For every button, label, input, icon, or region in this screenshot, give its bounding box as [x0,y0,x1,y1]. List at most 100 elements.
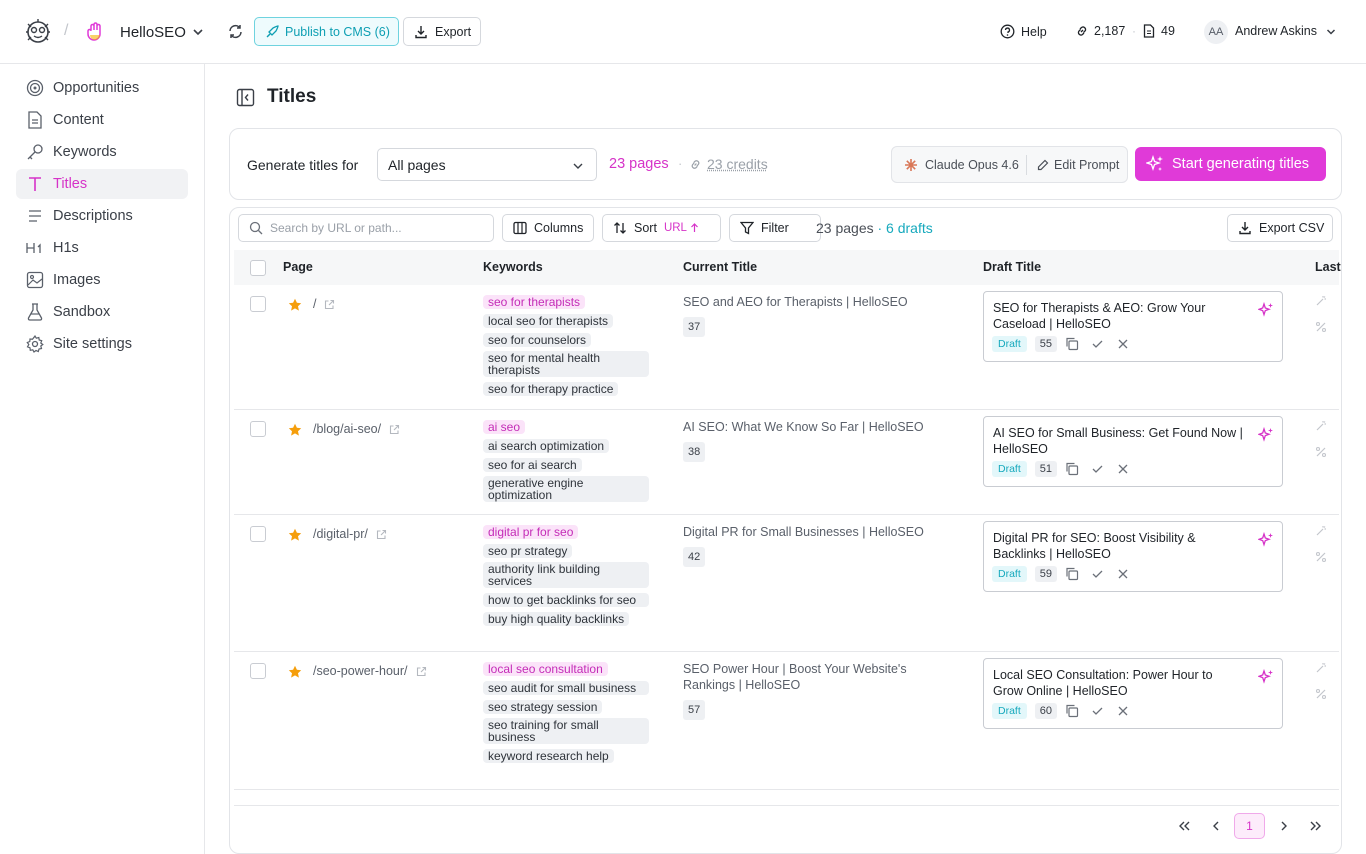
page-path[interactable]: /blog/ai-seo/ [313,422,400,436]
check-icon[interactable] [1087,568,1109,580]
draft-badge: Draft [992,461,1027,477]
helloseo-logo-icon[interactable] [22,16,54,48]
chevron-down-icon[interactable] [191,25,205,39]
sidebar-item-opportunities[interactable]: Opportunities [16,73,188,103]
close-icon[interactable] [1117,338,1129,350]
copy-icon[interactable] [1065,462,1079,476]
sidebar-item-content[interactable]: Content [16,105,188,135]
first-page-icon[interactable] [1171,813,1197,839]
collapse-sidebar-icon[interactable] [236,88,255,107]
sidebar-item-titles[interactable]: Titles [16,169,188,199]
last-page-icon[interactable] [1303,813,1329,839]
draft-title-editor[interactable]: SEO for Therapists & AEO: Grow Your Case… [983,291,1283,362]
columns-button[interactable]: Columns [502,214,594,242]
key-icon [26,143,44,161]
draft-title-text[interactable]: Local SEO Consultation: Power Hour to Gr… [993,667,1243,699]
star-icon[interactable] [288,298,302,312]
column-header-draft-title[interactable]: Draft Title [983,260,1041,274]
draft-title-text[interactable]: Digital PR for SEO: Boost Visibility & B… [993,530,1243,562]
model-select[interactable]: Claude Opus 4.6 [892,154,1027,175]
links-count[interactable]: 2,187 [1075,24,1125,38]
percent-icon[interactable] [1315,446,1327,458]
previous-page-icon[interactable] [1203,813,1229,839]
project-name[interactable]: HelloSEO [120,24,186,41]
percent-icon[interactable] [1315,688,1327,700]
sparkles-icon[interactable] [1258,532,1274,548]
row-checkbox[interactable] [250,663,266,679]
check-icon[interactable] [1087,463,1109,475]
export-csv-button[interactable]: Export CSV [1227,214,1333,242]
draft-title-text[interactable]: AI SEO for Small Business: Get Found Now… [993,425,1243,457]
close-icon[interactable] [1117,568,1129,580]
wand-icon[interactable] [1315,525,1327,537]
draft-title-editor[interactable]: AI SEO for Small Business: Get Found Now… [983,416,1283,487]
percent-icon[interactable] [1315,321,1327,333]
help-link[interactable]: Help [1000,24,1047,39]
keyword-tag: authority link building services [483,562,649,588]
check-icon[interactable] [1087,705,1109,717]
star-icon[interactable] [288,665,302,679]
sort-button[interactable]: Sort URL [602,214,721,242]
row-checkbox[interactable] [250,296,266,312]
star-icon[interactable] [288,528,302,542]
next-page-icon[interactable] [1271,813,1297,839]
column-header-page[interactable]: Page [283,260,313,274]
page-path[interactable]: /seo-power-hour/ [313,664,427,678]
avatar[interactable]: AA [1204,20,1228,44]
publish-to-cms-button[interactable]: Publish to CMS (6) [254,17,399,46]
page-scope-select[interactable]: All pages [377,148,597,181]
page-path-text: /seo-power-hour/ [313,664,408,678]
sidebar-item-descriptions[interactable]: Descriptions [16,201,188,231]
external-link-icon[interactable] [416,666,427,677]
user-name[interactable]: Andrew Askins [1235,24,1317,38]
sparkles-icon[interactable] [1258,302,1274,318]
sparkles-icon[interactable] [1258,427,1274,443]
star-icon[interactable] [288,423,302,437]
sidebar-item-images[interactable]: Images [16,265,188,295]
copy-icon[interactable] [1065,567,1079,581]
draft-title-editor[interactable]: Local SEO Consultation: Power Hour to Gr… [983,658,1283,729]
row-checkbox[interactable] [250,526,266,542]
wand-icon[interactable] [1315,662,1327,674]
copy-icon[interactable] [1065,704,1079,718]
refresh-icon[interactable] [227,23,244,40]
edit-prompt-button[interactable]: Edit Prompt [1027,158,1119,172]
pages-count[interactable]: 49 [1143,24,1175,38]
external-link-icon[interactable] [324,299,335,310]
sparkles-icon[interactable] [1258,669,1274,685]
flask-icon [26,303,44,321]
column-header-keywords[interactable]: Keywords [483,260,543,274]
filter-button[interactable]: Filter [729,214,821,242]
wand-icon[interactable] [1315,295,1327,307]
check-icon[interactable] [1087,338,1109,350]
sidebar-item-keywords[interactable]: Keywords [16,137,188,167]
keywords-cell: digital pr for seo seo pr strategy autho… [483,524,653,630]
close-icon[interactable] [1117,463,1129,475]
page-path[interactable]: / [313,297,335,311]
sidebar-item-h1s[interactable]: H1s [16,233,188,263]
draft-title-text[interactable]: SEO for Therapists & AEO: Grow Your Case… [993,300,1243,332]
external-link-icon[interactable] [389,424,400,435]
column-header-last[interactable]: Last [1315,260,1341,274]
start-generating-button[interactable]: Start generating titles [1135,147,1326,181]
keywords-cell: seo for therapists local seo for therapi… [483,294,653,400]
chevron-down-icon[interactable] [1325,26,1337,38]
copy-icon[interactable] [1065,337,1079,351]
draft-title-editor[interactable]: Digital PR for SEO: Boost Visibility & B… [983,521,1283,592]
wand-icon[interactable] [1315,420,1327,432]
row-checkbox[interactable] [250,421,266,437]
percent-icon[interactable] [1315,551,1327,563]
sidebar-item-sandbox[interactable]: Sandbox [16,297,188,327]
page-path[interactable]: /digital-pr/ [313,527,387,541]
column-header-current-title[interactable]: Current Title [683,260,757,274]
generate-label: Generate titles for [247,157,359,173]
page-number-button[interactable]: 1 [1234,813,1265,839]
select-all-checkbox[interactable] [250,260,266,276]
export-button[interactable]: Export [403,17,481,46]
search-input[interactable]: Search by URL or path... [238,214,494,242]
sidebar-item-site-settings[interactable]: Site settings [16,329,188,359]
table-header: Page Keywords Current Title Draft Title … [234,250,1341,285]
close-icon[interactable] [1117,705,1129,717]
external-link-icon[interactable] [376,529,387,540]
keyword-tag: seo audit for small business [483,681,649,695]
